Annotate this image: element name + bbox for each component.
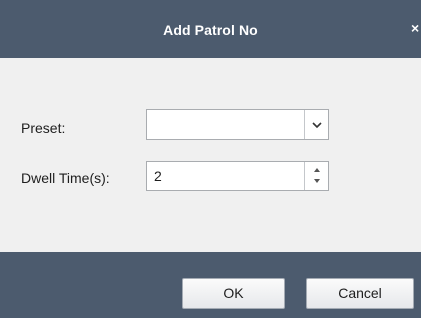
spin-up-button[interactable] bbox=[305, 162, 328, 176]
dialog-title: Add Patrol No bbox=[163, 22, 258, 38]
spin-up-icon bbox=[314, 168, 320, 172]
spin-down-button[interactable] bbox=[305, 176, 328, 190]
preset-select[interactable] bbox=[146, 109, 329, 140]
spin-down-icon bbox=[314, 179, 320, 183]
preset-label: Preset: bbox=[21, 120, 66, 136]
cancel-button[interactable]: Cancel bbox=[306, 278, 414, 309]
dwell-time-label: Dwell Time(s): bbox=[21, 170, 110, 186]
ok-button[interactable]: OK bbox=[182, 278, 285, 309]
close-icon[interactable]: × bbox=[411, 20, 421, 36]
dwell-time-input[interactable] bbox=[151, 165, 304, 187]
dialog-titlebar: Add Patrol No × bbox=[0, 0, 421, 58]
chevron-down-icon bbox=[312, 122, 322, 129]
dwell-time-arrows bbox=[304, 162, 328, 190]
dialog-body bbox=[0, 58, 421, 252]
preset-dropdown-button[interactable] bbox=[304, 110, 328, 139]
dwell-time-stepper[interactable] bbox=[146, 161, 329, 191]
add-patrol-dialog: Add Patrol No × Preset: Dwell Time(s): 2… bbox=[0, 0, 421, 318]
